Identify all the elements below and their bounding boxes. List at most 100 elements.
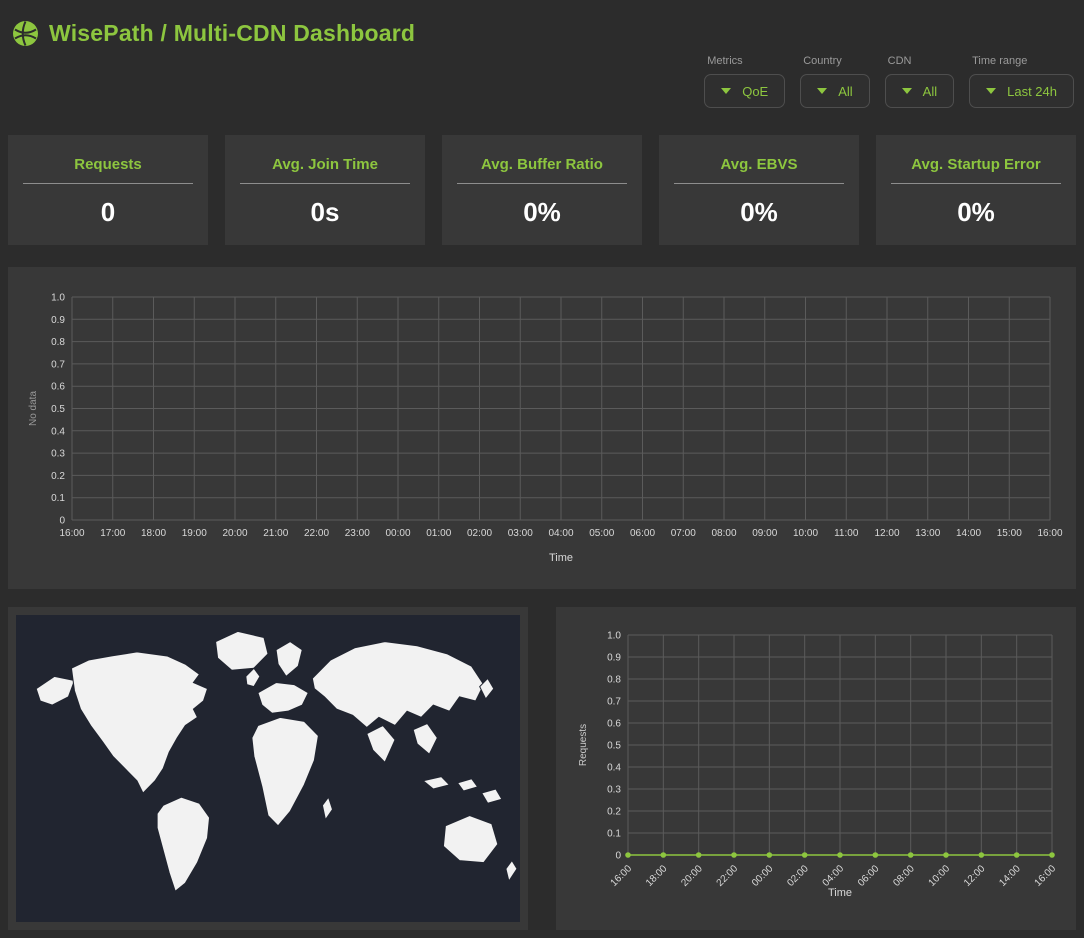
filter-metrics: Metrics QoE bbox=[704, 55, 785, 108]
chevron-down-icon bbox=[902, 88, 912, 94]
metrics-dropdown-value: QoE bbox=[742, 84, 768, 99]
region-africa bbox=[252, 717, 319, 825]
x-axis-tick-label: 16:00 bbox=[609, 863, 635, 889]
data-point-marker bbox=[873, 852, 879, 858]
stat-divider bbox=[457, 183, 627, 184]
data-point-marker bbox=[943, 852, 949, 858]
x-axis-tick-label: 05:00 bbox=[589, 528, 614, 539]
region-india bbox=[367, 726, 395, 763]
y-axis-tick-label: 0.3 bbox=[51, 449, 65, 460]
x-axis-tick-label: 10:00 bbox=[793, 528, 818, 539]
y-axis-tick-label: 0.8 bbox=[607, 675, 621, 686]
region-new-guinea bbox=[482, 789, 502, 803]
y-axis-tick-label: 0.6 bbox=[51, 382, 65, 393]
metrics-dropdown[interactable]: QoE bbox=[704, 74, 785, 108]
x-axis-tick-label: 22:00 bbox=[304, 528, 329, 539]
y-axis-tick-label: 0.2 bbox=[607, 807, 621, 818]
x-axis-tick-label: 10:00 bbox=[927, 863, 953, 889]
chevron-down-icon bbox=[721, 88, 731, 94]
data-point-marker bbox=[661, 852, 667, 858]
region-europe bbox=[258, 683, 308, 714]
x-axis-tick-label: 16:00 bbox=[1033, 863, 1059, 889]
x-axis-tick-label: 18:00 bbox=[644, 863, 670, 889]
stat-value: 0s bbox=[225, 197, 425, 228]
requests-chart-panel: 1.00.90.80.70.60.50.40.30.20.1016:0018:0… bbox=[556, 607, 1076, 930]
stat-value: 0% bbox=[442, 197, 642, 228]
page-title: WisePath / Multi-CDN Dashboard bbox=[49, 20, 415, 47]
app-header: WisePath / Multi-CDN Dashboard bbox=[12, 20, 415, 47]
x-axis-tick-label: 01:00 bbox=[426, 528, 451, 539]
chevron-down-icon bbox=[986, 88, 996, 94]
data-point-marker bbox=[731, 852, 737, 858]
filter-cdn-label: CDN bbox=[888, 55, 954, 67]
stat-card-avg-ebvs: Avg. EBVS 0% bbox=[659, 135, 859, 245]
region-scandinavia bbox=[276, 642, 302, 677]
country-dropdown[interactable]: All bbox=[800, 74, 869, 108]
data-point-marker bbox=[979, 852, 985, 858]
x-axis-tick-label: 02:00 bbox=[467, 528, 492, 539]
y-axis-tick-label: 0.1 bbox=[51, 493, 65, 504]
region-australia bbox=[443, 816, 497, 863]
x-axis-tick-label: 04:00 bbox=[821, 863, 847, 889]
y-axis-tick-label: 0 bbox=[615, 851, 621, 862]
x-axis-tick-label: 16:00 bbox=[1037, 528, 1062, 539]
y-axis-tick-label: 0.3 bbox=[607, 785, 621, 796]
x-axis-tick-label: 22:00 bbox=[715, 863, 741, 889]
time-range-dropdown[interactable]: Last 24h bbox=[969, 74, 1074, 108]
stat-card-avg-join-time: Avg. Join Time 0s bbox=[225, 135, 425, 245]
stat-value: 0 bbox=[8, 197, 208, 228]
data-point-marker bbox=[837, 852, 843, 858]
app-logo-icon bbox=[12, 20, 39, 47]
y-axis-tick-label: 0.7 bbox=[607, 697, 621, 708]
x-axis-tick-label: 14:00 bbox=[997, 863, 1023, 889]
x-axis-tick-label: 13:00 bbox=[915, 528, 940, 539]
region-new-zealand bbox=[506, 861, 517, 881]
stat-cards-row: Requests 0 Avg. Join Time 0s Avg. Buffer… bbox=[8, 135, 1076, 245]
cdn-dropdown-value: All bbox=[923, 84, 937, 99]
time-range-dropdown-value: Last 24h bbox=[1007, 84, 1057, 99]
filter-time-range: Time range Last 24h bbox=[969, 55, 1074, 108]
x-axis-tick-label: 04:00 bbox=[548, 528, 573, 539]
qoe-chart-panel: 1.00.90.80.70.60.50.40.30.20.1016:0017:0… bbox=[8, 267, 1076, 589]
x-axis-tick-label: 20:00 bbox=[222, 528, 247, 539]
x-axis-tick-label: 14:00 bbox=[956, 528, 981, 539]
x-axis-tick-label: 09:00 bbox=[752, 528, 777, 539]
x-axis-tick-label: 06:00 bbox=[856, 863, 882, 889]
x-axis-tick-label: 16:00 bbox=[59, 528, 84, 539]
region-madagascar bbox=[322, 797, 332, 820]
stat-divider bbox=[240, 183, 410, 184]
x-axis-tick-label: 02:00 bbox=[785, 863, 811, 889]
stat-value: 0% bbox=[876, 197, 1076, 228]
stat-label: Avg. Buffer Ratio bbox=[442, 156, 642, 173]
y-axis-tick-label: 0.9 bbox=[51, 315, 65, 326]
cdn-dropdown[interactable]: All bbox=[885, 74, 954, 108]
y-axis-tick-label: 0.6 bbox=[607, 719, 621, 730]
filter-cdn: CDN All bbox=[885, 55, 954, 108]
world-map[interactable] bbox=[16, 615, 520, 922]
y-axis-tick-label: 0.2 bbox=[51, 471, 65, 482]
x-axis-tick-label: 17:00 bbox=[100, 528, 125, 539]
data-point-marker bbox=[802, 852, 808, 858]
stat-label: Avg. Startup Error bbox=[876, 156, 1076, 173]
y-axis-tick-label: 0.1 bbox=[607, 829, 621, 840]
filter-country: Country All bbox=[800, 55, 869, 108]
x-axis-tick-label: 18:00 bbox=[141, 528, 166, 539]
stat-label: Requests bbox=[8, 156, 208, 173]
stat-label: Avg. Join Time bbox=[225, 156, 425, 173]
region-asia bbox=[312, 642, 483, 728]
x-axis-tick-label: 07:00 bbox=[671, 528, 696, 539]
qoe-chart[interactable]: 1.00.90.80.70.60.50.40.30.20.1016:0017:0… bbox=[8, 267, 1076, 589]
x-axis-tick-label: 19:00 bbox=[182, 528, 207, 539]
y-axis-tick-label: 1.0 bbox=[51, 293, 65, 304]
data-point-marker bbox=[625, 852, 631, 858]
stat-card-avg-startup-error: Avg. Startup Error 0% bbox=[876, 135, 1076, 245]
y-axis-tick-label: 0.5 bbox=[607, 741, 621, 752]
x-axis-tick-label: 06:00 bbox=[630, 528, 655, 539]
world-map-panel bbox=[8, 607, 528, 930]
x-axis-tick-label: 20:00 bbox=[679, 863, 705, 889]
region-indonesia bbox=[423, 777, 449, 789]
x-axis-tick-label: 23:00 bbox=[345, 528, 370, 539]
x-axis-title: Time bbox=[828, 887, 852, 899]
y-axis-tick-label: 0.4 bbox=[51, 426, 65, 437]
requests-chart[interactable]: 1.00.90.80.70.60.50.40.30.20.1016:0018:0… bbox=[556, 607, 1076, 930]
